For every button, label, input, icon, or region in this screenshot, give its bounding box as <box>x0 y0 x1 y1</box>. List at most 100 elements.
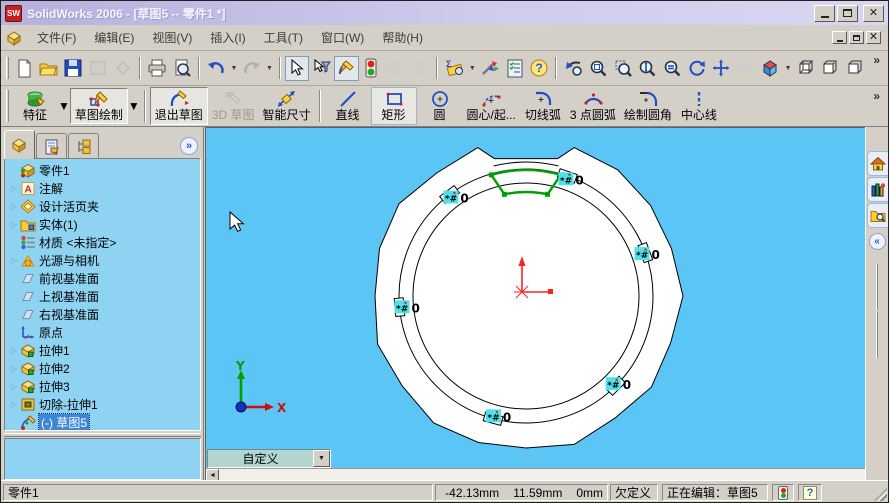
close-button[interactable]: ✕ <box>863 4 884 22</box>
expand-arrow-icon[interactable]: ▷ <box>8 346 20 355</box>
help-button[interactable]: ? <box>527 56 552 81</box>
status-rebuild-cell[interactable] <box>772 484 794 501</box>
tree-root-part[interactable]: 零件1 <box>5 161 200 179</box>
line-button[interactable]: 直线 <box>325 87 371 125</box>
circle-button[interactable]: 圆 <box>417 87 463 125</box>
undo-button[interactable] <box>204 56 229 81</box>
tab-configuration-manager[interactable] <box>68 133 99 159</box>
toolbar-grip[interactable] <box>6 90 9 122</box>
toolbar-overflow-button[interactable]: » <box>867 51 886 69</box>
zoom-to-fit-button[interactable] <box>586 56 611 81</box>
tree-item-material[interactable]: 材质 <未指定> <box>5 233 200 251</box>
display-style-dropdown[interactable]: ▼ <box>783 56 794 81</box>
task-pane-grip[interactable] <box>876 312 878 358</box>
sketch-toggle-button[interactable] <box>334 55 359 81</box>
tree-item-solid-bodies[interactable]: ▷ 实体(1) <box>5 215 200 233</box>
undo-dropdown[interactable]: ▼ <box>229 56 240 81</box>
expand-arrow-icon[interactable]: ▷ <box>8 202 20 211</box>
resize-grip[interactable] <box>874 488 887 501</box>
select-button[interactable] <box>284 55 310 81</box>
wireframe-button[interactable] <box>843 56 868 81</box>
disabled-tool-button[interactable] <box>383 56 408 81</box>
smart-dimension-button[interactable]: 智能尺寸 <box>259 87 315 125</box>
rectangle-button[interactable]: 矩形 <box>370 87 417 125</box>
tree-item-extrude1[interactable]: ▷ 拉伸1 <box>5 341 200 359</box>
tree-item-lights-cameras[interactable]: ▷ 光源与相机 <box>5 251 200 269</box>
redo-dropdown[interactable]: ▼ <box>264 56 275 81</box>
menu-view[interactable]: 视图(V) <box>143 26 201 49</box>
save-button[interactable] <box>61 56 86 81</box>
tree-item-origin[interactable]: 原点 <box>5 323 200 341</box>
panel-expand-chevron[interactable]: » <box>180 137 198 155</box>
sketch-button[interactable]: 草图绘制 <box>69 88 128 124</box>
tree-item-cut-extrude1[interactable]: ▷ 切除-拉伸1 <box>5 395 200 413</box>
make-assembly-button[interactable] <box>110 56 135 81</box>
expand-arrow-icon[interactable]: ▷ <box>8 220 20 229</box>
mdi-restore-button[interactable] <box>849 31 864 44</box>
menu-file[interactable]: 文件(F) <box>28 26 85 49</box>
new-button[interactable] <box>12 56 37 81</box>
mdi-close-button[interactable]: ✕ <box>866 31 881 44</box>
expand-arrow-icon[interactable]: ▷ <box>8 256 20 265</box>
exit-sketch-button[interactable]: 退出草图 <box>149 87 208 125</box>
tree-item-design-binder[interactable]: ▷ 设计活页夹 <box>5 197 200 215</box>
options-button[interactable] <box>502 56 527 81</box>
part-drawing[interactable]: *# 0*# 0*# 0*# 0*# 0*# 0YX <box>206 128 866 468</box>
menu-window[interactable]: 窗口(W) <box>312 26 373 49</box>
toolbar-grip[interactable] <box>6 57 9 79</box>
tree-item-extrude3[interactable]: ▷ 拉伸3 <box>5 377 200 395</box>
rotate-view-button[interactable] <box>684 56 709 81</box>
hidden-lines-removed-button[interactable] <box>818 56 843 81</box>
centerpoint-arc-button[interactable]: 圆心/起... <box>463 87 520 125</box>
expand-arrow-icon[interactable]: ▷ <box>8 382 20 391</box>
expand-arrow-icon[interactable]: ▷ <box>8 400 20 409</box>
previous-view-button[interactable] <box>561 56 586 81</box>
tree-item-front-plane[interactable]: 前视基准面 <box>5 269 200 287</box>
print-button[interactable] <box>145 56 170 81</box>
status-help-cell[interactable]: ? <box>798 484 822 501</box>
shaded-button[interactable] <box>734 56 759 81</box>
solidworks-resources-tab[interactable] <box>866 151 888 176</box>
tree-item-annotations[interactable]: ▷ A 注解 <box>5 179 200 197</box>
3d-sketch-button[interactable]: 3D 3D 草图 <box>208 87 259 125</box>
expand-arrow-icon[interactable]: ▷ <box>8 184 20 193</box>
tab-feature-manager[interactable] <box>4 130 35 159</box>
expand-arrow-icon[interactable]: ▷ <box>8 364 20 373</box>
redo-button[interactable] <box>239 56 264 81</box>
panel-splitter[interactable] <box>4 433 201 437</box>
three-point-arc-button[interactable]: 3 点圆弧 <box>566 87 620 125</box>
zoom-to-selection-button[interactable] <box>660 56 685 81</box>
task-pane-grip[interactable] <box>876 264 878 310</box>
task-pane-collapse-button[interactable]: « <box>868 233 886 250</box>
hidden-lines-visible-button[interactable] <box>793 56 818 81</box>
maximize-button[interactable] <box>837 4 858 22</box>
rebuild-button[interactable] <box>359 56 384 81</box>
view-orientation-combo[interactable]: 自定义 ▼ <box>207 449 331 468</box>
menu-tools[interactable]: 工具(T) <box>255 26 312 49</box>
minimize-button[interactable] <box>814 4 835 22</box>
measure-dropdown[interactable]: ▼ <box>467 56 478 81</box>
tree-item-top-plane[interactable]: 上视基准面 <box>5 287 200 305</box>
disabled-tool-button[interactable] <box>408 56 433 81</box>
centerline-button[interactable]: 中心线 <box>676 87 722 125</box>
edit-appearance-button[interactable] <box>478 56 503 81</box>
display-style-button[interactable] <box>758 56 783 81</box>
measure-button[interactable]: Σ <box>442 56 467 81</box>
menu-edit[interactable]: 编辑(E) <box>85 26 143 49</box>
selection-filter-button[interactable] <box>309 56 334 81</box>
tree-item-right-plane[interactable]: 右视基准面 <box>5 305 200 323</box>
mdi-minimize-button[interactable] <box>832 31 847 44</box>
graphics-area[interactable]: *# 0 *# 0 *# 0 *# 0 *# 0 *# 0 Y X 自定义 ▼ ◄ <box>205 127 867 482</box>
file-explorer-tab[interactable] <box>866 203 888 228</box>
zoom-to-area-button[interactable] <box>611 56 636 81</box>
title-bar[interactable]: SW SolidWorks 2006 - [草图5 -- 零件1 *] ✕ <box>1 1 888 25</box>
print-preview-button[interactable] <box>169 56 194 81</box>
zoom-in-out-button[interactable] <box>635 56 660 81</box>
make-drawing-button[interactable] <box>86 56 111 81</box>
features-button[interactable]: 特征 <box>12 89 58 123</box>
pan-button[interactable] <box>709 56 734 81</box>
menu-help[interactable]: 帮助(H) <box>373 26 432 49</box>
tangent-arc-button[interactable]: 切线弧 <box>520 87 566 125</box>
tree-item-extrude2[interactable]: ▷ 拉伸2 <box>5 359 200 377</box>
tab-property-manager[interactable] <box>36 133 67 159</box>
